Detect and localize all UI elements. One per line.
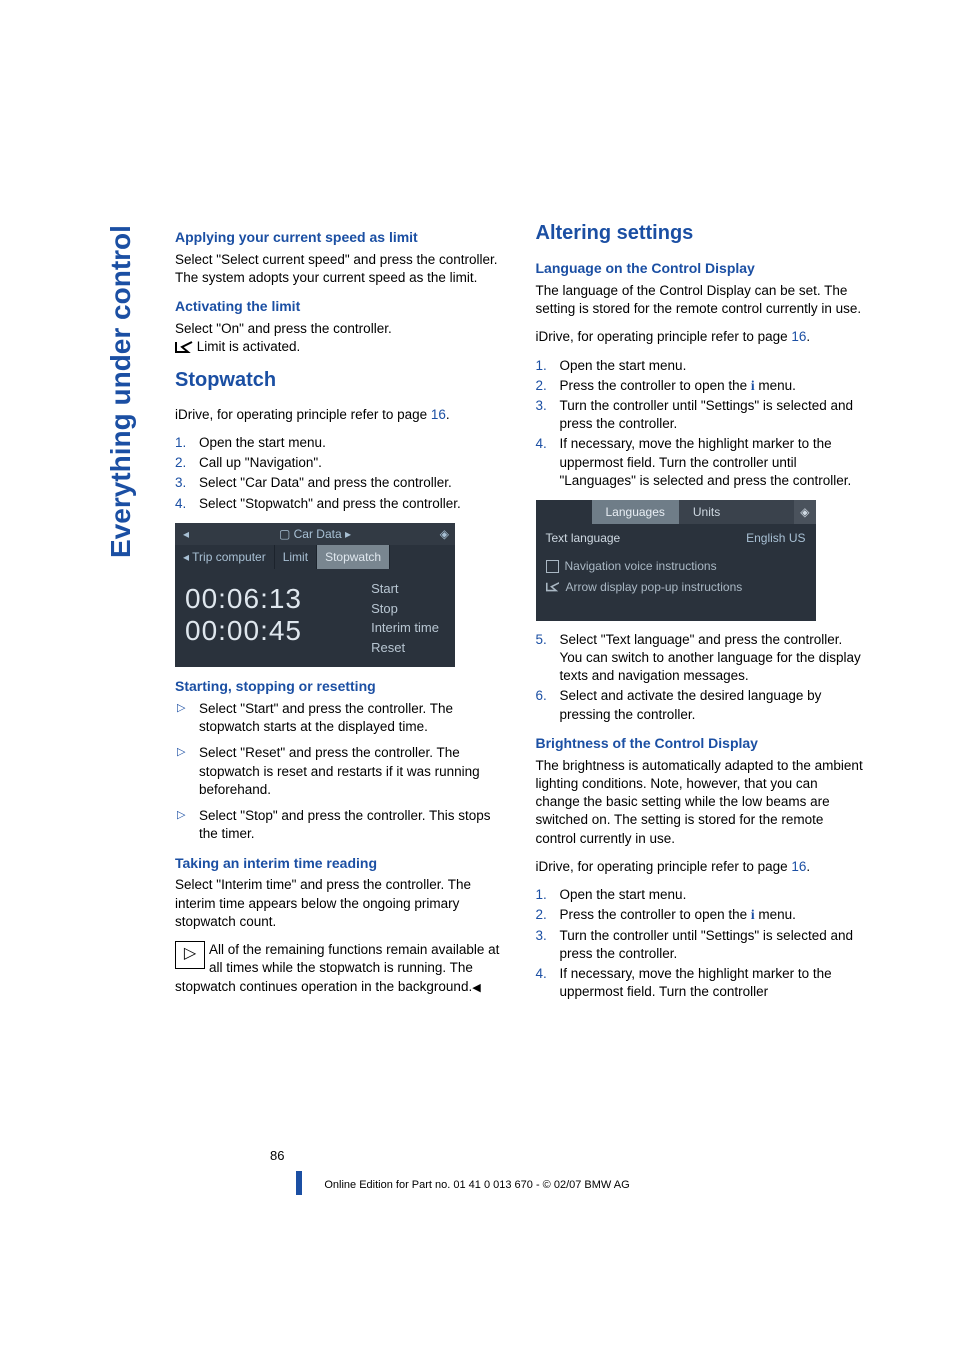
heading-start-stop-reset: Starting, stopping or resetting xyxy=(175,677,504,696)
action-stop: Stop xyxy=(371,599,439,619)
page-link-16[interactable]: 16 xyxy=(791,859,806,874)
item-label: Navigation voice instructions xyxy=(565,558,717,574)
list-item: Select "Text language" and press the con… xyxy=(536,631,865,686)
tab-languages: Languages xyxy=(592,500,679,524)
para-language: The language of the Control Display can … xyxy=(536,282,865,318)
list-item: Press the controller to open the i menu. xyxy=(536,906,865,924)
manual-page: Everything under control Applying your c… xyxy=(0,0,954,1351)
row-value: English US xyxy=(736,524,815,552)
start-stop-list: Select "Start" and press the controller.… xyxy=(175,700,504,844)
stopwatch-actions: Start Stop Interim time Reset xyxy=(365,575,445,657)
list-item: Turn the controller until "Settings" is … xyxy=(536,397,865,433)
activate-line1: Select "On" and press the controller. xyxy=(175,321,392,336)
row-label: Text language xyxy=(536,524,737,552)
check-icon xyxy=(175,341,193,355)
heading-stopwatch: Stopwatch xyxy=(175,367,504,394)
action-interim: Interim time xyxy=(371,618,439,638)
list-item: Open the start menu. xyxy=(536,357,865,375)
page-link-16[interactable]: 16 xyxy=(431,407,446,422)
list-item: If necessary, move the highlight marker … xyxy=(536,965,865,1001)
heading-altering-settings: Altering settings xyxy=(536,220,865,247)
section-tab: Everything under control xyxy=(105,225,141,575)
para-idrive-stopwatch: iDrive, for operating principle refer to… xyxy=(175,406,504,424)
language-steps-2: Select "Text language" and press the con… xyxy=(536,631,865,724)
list-item: Arrow display pop-up instructions xyxy=(546,577,806,597)
note-triangle-icon: ▷ xyxy=(175,941,205,969)
action-start: Start xyxy=(371,579,439,599)
arrow-left-icon: ◂ xyxy=(183,526,189,542)
tab-stopwatch: Stopwatch xyxy=(317,545,390,569)
content-columns: Applying your current speed as limit Sel… xyxy=(175,220,864,1011)
list-item: Select "Stopwatch" and press the control… xyxy=(175,495,504,513)
tab-limit: Limit xyxy=(275,545,317,569)
screen-tabs: Languages Units ◈ xyxy=(536,500,816,524)
heading-apply-speed: Applying your current speed as limit xyxy=(175,228,504,247)
list-item: Select "Start" and press the controller.… xyxy=(175,700,504,736)
time-main: 00:06:13 xyxy=(185,583,365,615)
note-block: ▷ All of the remaining functions remain … xyxy=(175,941,504,996)
heading-activate-limit: Activating the limit xyxy=(175,297,504,316)
list-item: Navigation voice instructions xyxy=(546,556,806,576)
stopwatch-times: 00:06:13 00:00:45 xyxy=(185,575,365,657)
checkbox-empty-icon xyxy=(546,560,559,573)
para-interim: Select "Interim time" and press the cont… xyxy=(175,876,504,931)
page-number: 86 xyxy=(270,1148,284,1163)
screen-icon: ▢ xyxy=(279,527,294,541)
list-item: If necessary, move the highlight marker … xyxy=(536,435,865,490)
screen-list: Navigation voice instructions Arrow disp… xyxy=(536,552,816,620)
footer-line: Online Edition for Part no. 01 41 0 013 … xyxy=(0,1179,954,1191)
left-column: Applying your current speed as limit Sel… xyxy=(175,220,504,1011)
screen-tabs: ◂ Trip computer Limit Stopwatch xyxy=(175,545,455,569)
list-item: Select and activate the desired language… xyxy=(536,687,865,723)
screenshot-stopwatch: ◂ ▢ Car Data ▸ ◈ ◂ Trip computer Limit S… xyxy=(175,523,455,667)
para-brightness: The brightness is automatically adapted … xyxy=(536,757,865,848)
screen-body: 00:06:13 00:00:45 Start Stop Interim tim… xyxy=(175,569,455,667)
check-icon xyxy=(546,581,560,593)
list-item: Select "Stop" and press the controller. … xyxy=(175,807,504,843)
list-item: Call up "Navigation". xyxy=(175,454,504,472)
heading-brightness: Brightness of the Control Display xyxy=(536,734,865,753)
list-item: Open the start menu. xyxy=(536,886,865,904)
list-item: Open the start menu. xyxy=(175,434,504,452)
para-apply-speed: Select "Select current speed" and press … xyxy=(175,251,504,287)
brightness-steps: Open the start menu. Press the controlle… xyxy=(536,886,865,1001)
list-item: Press the controller to open the i menu. xyxy=(536,377,865,395)
screen-row-text-language: Text language English US xyxy=(536,524,816,552)
diamond-icon: ◈ xyxy=(794,500,815,524)
para-activate-limit: Select "On" and press the controller. Li… xyxy=(175,320,504,356)
tab-units: Units xyxy=(679,500,734,524)
action-reset: Reset xyxy=(371,638,439,658)
screenshot-languages: Languages Units ◈ Text language English … xyxy=(536,500,816,621)
heading-interim: Taking an interim time reading xyxy=(175,854,504,873)
screen-header: ◂ ▢ Car Data ▸ ◈ xyxy=(175,523,455,545)
para-idrive-bright: iDrive, for operating principle refer to… xyxy=(536,858,865,876)
page-link-16[interactable]: 16 xyxy=(791,329,806,344)
list-item: Turn the controller until "Settings" is … xyxy=(536,927,865,963)
item-label: Arrow display pop-up instructions xyxy=(566,579,743,595)
time-interim: 00:00:45 xyxy=(185,615,365,647)
heading-language: Language on the Control Display xyxy=(536,259,865,278)
screen-title: Car Data xyxy=(294,527,342,541)
arrow-right-icon: ▸ xyxy=(342,527,351,541)
list-item: Select "Reset" and press the controller.… xyxy=(175,744,504,799)
list-item: Select "Car Data" and press the controll… xyxy=(175,474,504,492)
para-idrive-lang: iDrive, for operating principle refer to… xyxy=(536,328,865,346)
note-text: All of the remaining functions remain av… xyxy=(175,941,504,996)
stopwatch-steps: Open the start menu. Call up "Navigation… xyxy=(175,434,504,513)
tab-trip-computer: ◂ Trip computer xyxy=(175,545,275,569)
diamond-icon: ◈ xyxy=(440,526,449,542)
activate-line2: Limit is activated. xyxy=(193,339,300,354)
end-marker-icon: ◀ xyxy=(472,982,480,994)
right-column: Altering settings Language on the Contro… xyxy=(536,220,865,1011)
language-steps: Open the start menu. Press the controlle… xyxy=(536,357,865,491)
